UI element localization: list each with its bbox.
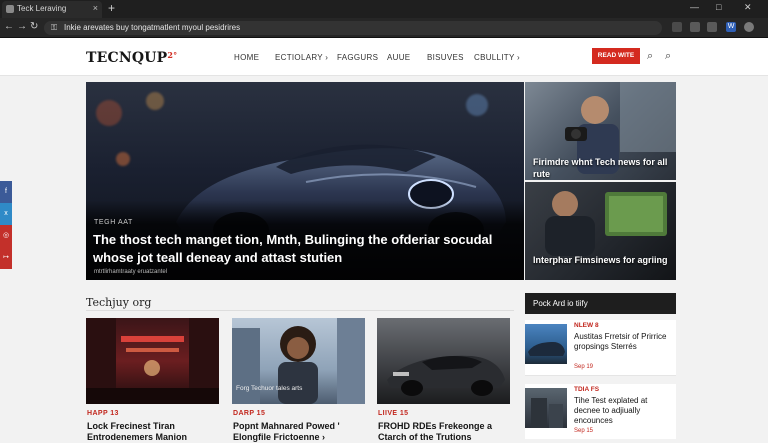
extension-icon[interactable] — [672, 22, 682, 32]
bokeh-light — [96, 100, 122, 126]
logo-text: TECNQUP — [86, 50, 168, 66]
nav-ectiolary[interactable]: ECTIOLARY › — [275, 53, 328, 62]
forward-button[interactable]: → — [17, 21, 27, 32]
sidebar-article[interactable]: NLEW 8 Austitas Frretsir of Prirrice gro… — [525, 320, 676, 376]
sidebar-title[interactable]: Austitas Frretsir of Prirrice gropsings … — [574, 332, 674, 352]
card-image — [86, 318, 219, 404]
word-extension-icon[interactable]: W — [726, 22, 736, 32]
bokeh-light — [146, 92, 164, 110]
card-category: DARP 15 — [233, 410, 266, 417]
card-category: HAPP 13 — [87, 410, 119, 417]
side-feature-2[interactable]: Interphar Fimsinews for agriing — [525, 182, 676, 280]
search-icon[interactable]: ⌕ — [647, 50, 653, 63]
favicon-icon — [6, 5, 14, 13]
sidebar-tag: NLEW 8 — [574, 322, 599, 329]
url-text: Inkie arevates buy tongatmatlent myoul p… — [64, 23, 241, 32]
sidebar-date: Sep 19 — [574, 364, 594, 370]
site-header: TECNQUP2° HOME ECTIOLARY › FAGGURS AUUE … — [0, 38, 768, 76]
share-icon[interactable] — [707, 22, 717, 32]
profile-avatar[interactable] — [744, 22, 754, 32]
sidebar-thumbnail — [525, 388, 567, 428]
hero-kicker: TEGH AAT — [94, 219, 133, 226]
hero-headline[interactable]: The thost tech manget tion, Mnth, Buling… — [93, 231, 513, 266]
sidebar-thumbnail — [525, 324, 567, 364]
facebook-share-button[interactable]: f — [0, 181, 12, 203]
card-caption: Forg Techuor tales arts — [236, 385, 303, 392]
article-card[interactable]: LIIVE 15 FROHD RDEs Frekeonge a Ctarch o… — [377, 318, 510, 442]
nav-bisuves[interactable]: BISUVES — [427, 53, 464, 62]
card-title[interactable]: FROHD RDEs Frekeonge a Ctarch of the Tru… — [378, 421, 510, 443]
sidebar-tag: TDIA FS — [574, 386, 600, 393]
back-button[interactable]: ← — [4, 21, 14, 32]
puzzle-icon[interactable] — [690, 22, 700, 32]
nav-auue[interactable]: AUUE — [387, 53, 410, 62]
section-title: Techjuy org — [86, 296, 152, 309]
reload-button[interactable]: ↻ — [30, 21, 38, 32]
address-bar: ← → ↻ ⚿ Inkie arevates buy tongatmatlent… — [0, 18, 768, 38]
side-feature-2-title: Interphar Fimsinews for agriing — [533, 255, 668, 265]
maximize-button[interactable]: □ — [716, 2, 721, 12]
forward-share-button[interactable]: ↦ — [0, 247, 12, 269]
logo-superscript: 2° — [167, 50, 178, 60]
new-tab-button[interactable]: + — [108, 1, 115, 15]
hero-byline: mtrtlirhamtraaty eruatzantel — [94, 269, 168, 275]
pinterest-share-button[interactable]: ◎ — [0, 225, 12, 247]
sedan-car-image — [387, 355, 505, 396]
card-title[interactable]: Lock Frecinest Tiran Entrodenemers Manio… — [87, 421, 219, 443]
twitter-share-button[interactable]: x — [0, 203, 12, 225]
nav-home[interactable]: HOME — [234, 53, 259, 62]
search-icon-secondary[interactable]: ⌕ — [665, 50, 671, 63]
sidebar-date: Sep 15 — [574, 428, 594, 434]
section-divider — [86, 310, 514, 311]
article-card[interactable]: HAPP 13 Lock Frecinest Tiran Entrodeneme… — [86, 318, 219, 442]
side-feature-1-title: Firimdre whnt Tech news for all rute — [533, 157, 668, 179]
sidebar-title[interactable]: Tihe Test explated at decnee to adjiuall… — [574, 396, 674, 426]
building-thumbnail-image — [531, 398, 563, 428]
card-image: Forg Techuor tales arts — [232, 318, 365, 404]
tab-close-icon[interactable]: × — [93, 3, 98, 13]
url-field[interactable]: ⚿ Inkie arevates buy tongatmatlent myoul… — [44, 21, 662, 35]
car-thumbnail-image — [528, 342, 565, 356]
bokeh-light — [116, 152, 130, 166]
card-title[interactable]: Popnt Mahnared Powed ' Elongfile Frictoe… — [233, 421, 365, 443]
city-street-image — [86, 318, 219, 404]
nav-faggurs[interactable]: FAGGURS — [337, 53, 378, 62]
close-window-button[interactable]: ✕ — [744, 2, 752, 13]
read-write-button[interactable]: READ WITE — [592, 48, 640, 64]
card-category: LIIVE 15 — [378, 410, 409, 417]
card-image — [377, 318, 510, 404]
site-logo[interactable]: TECNQUP2° — [86, 50, 177, 66]
hero-feature[interactable]: TEGH AAT The thost tech manget tion, Mnt… — [86, 82, 524, 280]
tab-title: Teck Leraving — [17, 4, 67, 13]
side-feature-1[interactable]: Firimdre whnt Tech news for all rute — [525, 82, 676, 180]
browser-tab-bar: Teck Leraving × + — □ ✕ — [0, 0, 768, 18]
article-card[interactable]: Forg Techuor tales arts DARP 15 Popnt Ma… — [232, 318, 365, 442]
lock-icon: ⚿ — [51, 23, 58, 32]
sidebar-heading: Pock Ard io tiify — [525, 293, 676, 314]
browser-tab[interactable]: Teck Leraving × — [2, 1, 102, 18]
nav-cbullity[interactable]: CBULLITY › — [474, 53, 520, 62]
sidebar-article[interactable]: TDIA FS Tihe Test explated at decnee to … — [525, 384, 676, 439]
minimize-button[interactable]: — — [690, 2, 699, 12]
